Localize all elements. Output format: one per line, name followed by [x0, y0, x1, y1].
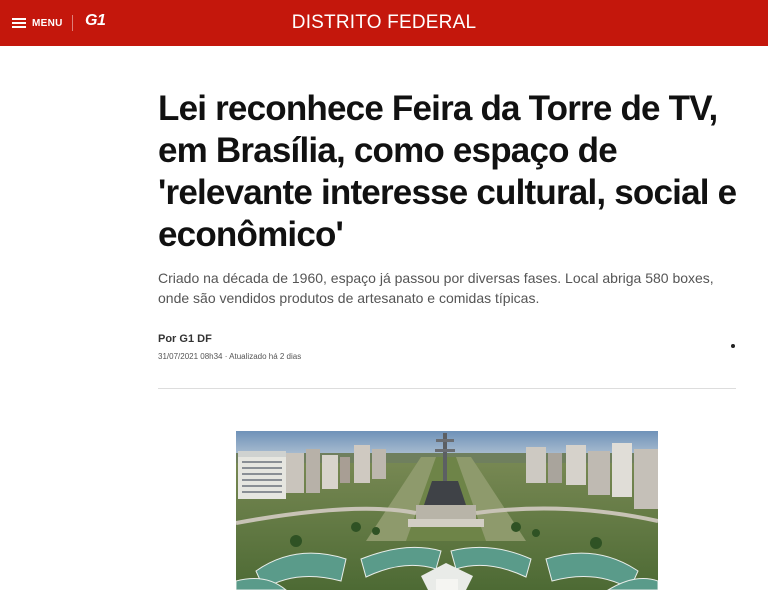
divider [158, 388, 736, 389]
section-title[interactable]: DISTRITO FEDERAL [292, 12, 476, 33]
section-title-wrap: DISTRITO FEDERAL [0, 12, 768, 34]
more-options-icon[interactable] [731, 344, 735, 348]
top-navigation-bar: MENU G1 DISTRITO FEDERAL [0, 0, 768, 46]
menu-button[interactable]: MENU [12, 12, 63, 34]
header-divider [72, 15, 73, 31]
article-byline: Por G1 DF [158, 333, 212, 345]
hamburger-icon [12, 18, 26, 28]
aerial-city-image [236, 431, 658, 590]
article-photo [236, 431, 658, 590]
article-dateline: 31/07/2021 08h34 · Atualizado há 2 dias [158, 352, 302, 361]
article-subtitle: Criado na década de 1960, espaço já pass… [158, 270, 714, 306]
article-headline: Lei reconhece Feira da Torre de TV, em B… [158, 89, 737, 254]
g1-logo[interactable]: G1 [85, 12, 106, 30]
menu-label: MENU [32, 17, 63, 29]
